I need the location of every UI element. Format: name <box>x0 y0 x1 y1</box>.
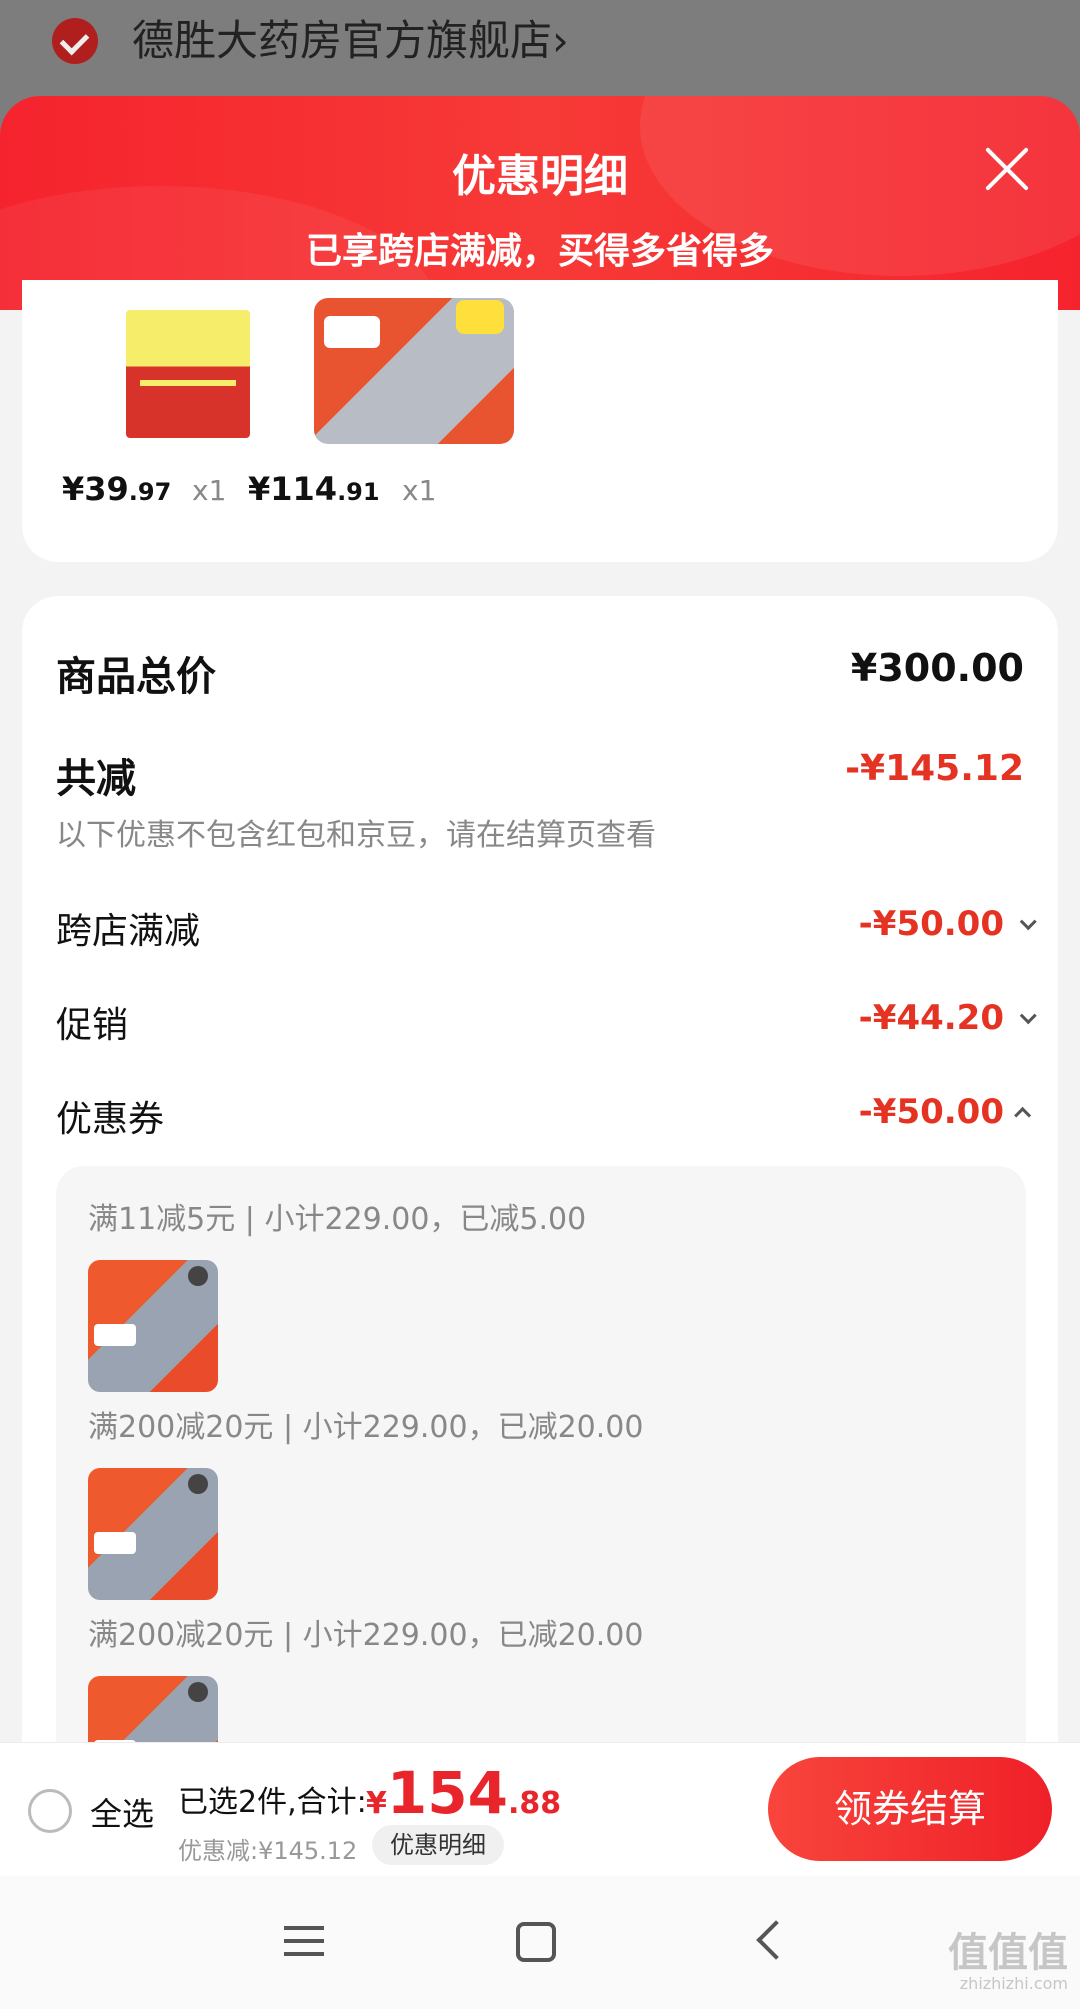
price-summary-card: 商品总价 ¥300.00 共减 -¥145.12 以下优惠不包含红包和京豆，请在… <box>22 596 1058 1808</box>
product-price: ¥114.91 <box>248 470 380 508</box>
discount-note: 以下优惠不包含红包和京豆，请在结算页查看 <box>56 818 656 853</box>
promotion-label[interactable]: 促销 <box>56 996 128 1048</box>
cross-store-discount-label[interactable]: 跨店满减 <box>56 902 200 954</box>
product-quantity: x1 <box>192 474 227 507</box>
checkout-bar: 全选 已选2件,合计: ¥154.88 优惠减:¥145.12 优惠明细 领券结… <box>0 1742 1080 1876</box>
coupon-product-image[interactable] <box>88 1468 218 1600</box>
coupon-detail-panel: 满11减5元 | 小计229.00，已减5.00 满200减20元 | 小计22… <box>56 1166 1026 1808</box>
cross-store-discount-value[interactable]: -¥50.00 <box>859 904 1037 944</box>
sheet-subtitle: 已享跨店满减，买得多省得多 <box>305 231 774 272</box>
sheet-title: 优惠明细 <box>452 151 628 202</box>
check-icon[interactable] <box>52 18 98 64</box>
select-all-radio[interactable] <box>28 1789 72 1833</box>
coupon-rule: 满200减20元 | 小计229.00，已减20.00 <box>88 1410 644 1445</box>
product-quantity: x1 <box>402 474 437 507</box>
close-icon[interactable] <box>982 144 1032 194</box>
total-payable: ¥154.88 <box>366 1759 562 1827</box>
total-reduce-label: 共减 <box>56 756 136 802</box>
watermark-url: zhizhizhi.com <box>959 1974 1068 1993</box>
product-image-medicine[interactable] <box>126 310 250 438</box>
system-nav-bar: 值值值 zhizhizhi.com <box>0 1876 1080 2009</box>
promotion-value[interactable]: -¥44.20 <box>859 998 1037 1038</box>
coupon-rule: 满200减20元 | 小计229.00，已减20.00 <box>88 1618 644 1653</box>
products-card: ¥39.97 x1 ¥114.91 x1 <box>22 280 1058 562</box>
total-price-label: 商品总价 <box>56 654 216 700</box>
total-price-value: ¥300.00 <box>850 646 1024 690</box>
selected-count-text: 已选2件,合计: <box>178 1785 367 1820</box>
back-icon[interactable] <box>756 1920 796 1960</box>
select-all-label[interactable]: 全选 <box>90 1789 154 1835</box>
coupon-rule: 满11减5元 | 小计229.00，已减5.00 <box>88 1202 587 1237</box>
discount-detail-button[interactable]: 优惠明细 <box>372 1825 504 1865</box>
chevron-up-icon <box>1014 1106 1032 1124</box>
product-price: ¥39.97 <box>62 470 172 508</box>
discount-amount-text: 优惠减:¥145.12 <box>178 1837 358 1865</box>
coupon-value[interactable]: -¥50.00 <box>859 1092 1032 1132</box>
store-name[interactable]: 德胜大药房官方旗舰店› <box>132 14 569 68</box>
discount-sheet-header: 优惠明细 已享跨店满减，买得多省得多 <box>0 96 1080 310</box>
coupon-label[interactable]: 优惠券 <box>56 1090 164 1142</box>
checkout-button[interactable]: 领券结算 <box>768 1757 1052 1861</box>
watermark-logo: 值值值 <box>948 1930 1068 1976</box>
menu-icon[interactable] <box>284 1926 324 1956</box>
product-image-rice-cooker[interactable] <box>314 298 514 444</box>
chevron-down-icon <box>1019 912 1037 930</box>
coupon-product-image[interactable] <box>88 1260 218 1392</box>
chevron-down-icon <box>1019 1006 1037 1024</box>
total-reduce-value: -¥145.12 <box>845 748 1024 789</box>
home-icon[interactable] <box>516 1922 556 1962</box>
